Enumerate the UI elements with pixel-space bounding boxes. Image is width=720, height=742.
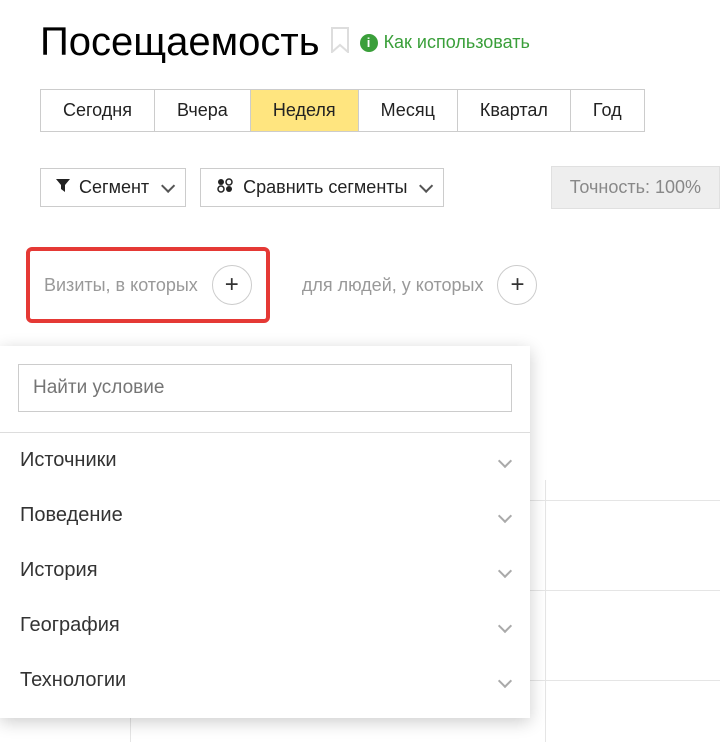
category-label: Технологии bbox=[20, 669, 126, 692]
add-visits-condition-button[interactable]: + bbox=[212, 265, 252, 305]
category-history[interactable]: История bbox=[0, 543, 530, 598]
add-people-condition-button[interactable]: + bbox=[497, 265, 537, 305]
range-tab-yesterday[interactable]: Вчера bbox=[155, 90, 251, 131]
chevron-down-icon bbox=[498, 563, 512, 577]
people-condition: для людей, у которых + bbox=[288, 251, 552, 319]
chevron-down-icon bbox=[415, 177, 429, 198]
category-sources[interactable]: Источники bbox=[0, 433, 530, 488]
category-behavior[interactable]: Поведение bbox=[0, 488, 530, 543]
people-condition-label: для людей, у которых bbox=[302, 275, 484, 296]
segment-dropdown[interactable]: Сегмент bbox=[40, 168, 186, 207]
condition-category-list: Источники Поведение История География Те… bbox=[0, 432, 530, 708]
info-icon: i bbox=[360, 34, 378, 52]
compare-segments-dropdown[interactable]: Сравнить сегменты bbox=[200, 168, 444, 207]
chevron-down-icon bbox=[498, 453, 512, 467]
accuracy-badge[interactable]: Точность: 100% bbox=[551, 166, 720, 209]
segment-label: Сегмент bbox=[79, 177, 149, 198]
category-label: Источники bbox=[20, 449, 117, 472]
range-tab-month[interactable]: Месяц bbox=[359, 90, 458, 131]
help-link[interactable]: i Как использовать bbox=[360, 32, 530, 53]
chevron-down-icon bbox=[498, 618, 512, 632]
visits-condition: Визиты, в которых + bbox=[26, 247, 270, 323]
help-link-text: Как использовать bbox=[384, 32, 530, 53]
bookmark-icon[interactable] bbox=[330, 27, 350, 58]
category-label: Поведение bbox=[20, 504, 123, 527]
controls-row: Сегмент Сравнить сегменты Точность: 100% bbox=[40, 166, 720, 209]
title-row: Посещаемость i Как использовать bbox=[40, 20, 720, 65]
chevron-down-icon bbox=[498, 673, 512, 687]
compare-label: Сравнить сегменты bbox=[243, 177, 407, 198]
category-label: География bbox=[20, 614, 120, 637]
visits-condition-label: Визиты, в которых bbox=[44, 275, 198, 296]
date-range-tabs: Сегодня Вчера Неделя Месяц Квартал Год bbox=[40, 89, 645, 132]
chevron-down-icon bbox=[498, 508, 512, 522]
page-title: Посещаемость bbox=[40, 20, 320, 65]
range-tab-week[interactable]: Неделя bbox=[251, 90, 359, 131]
compare-icon bbox=[215, 177, 235, 198]
chevron-down-icon bbox=[157, 177, 171, 198]
category-label: История bbox=[20, 559, 98, 582]
condition-dropdown-panel: Источники Поведение История География Те… bbox=[0, 346, 530, 718]
range-tab-year[interactable]: Год bbox=[571, 90, 644, 131]
range-tab-today[interactable]: Сегодня bbox=[41, 90, 155, 131]
category-technology[interactable]: Технологии bbox=[0, 653, 530, 708]
funnel-icon bbox=[55, 177, 71, 198]
conditions-row: Визиты, в которых + для людей, у которых… bbox=[40, 247, 720, 323]
condition-search-input[interactable] bbox=[18, 364, 512, 412]
range-tab-quarter[interactable]: Квартал bbox=[458, 90, 571, 131]
category-geography[interactable]: География bbox=[0, 598, 530, 653]
